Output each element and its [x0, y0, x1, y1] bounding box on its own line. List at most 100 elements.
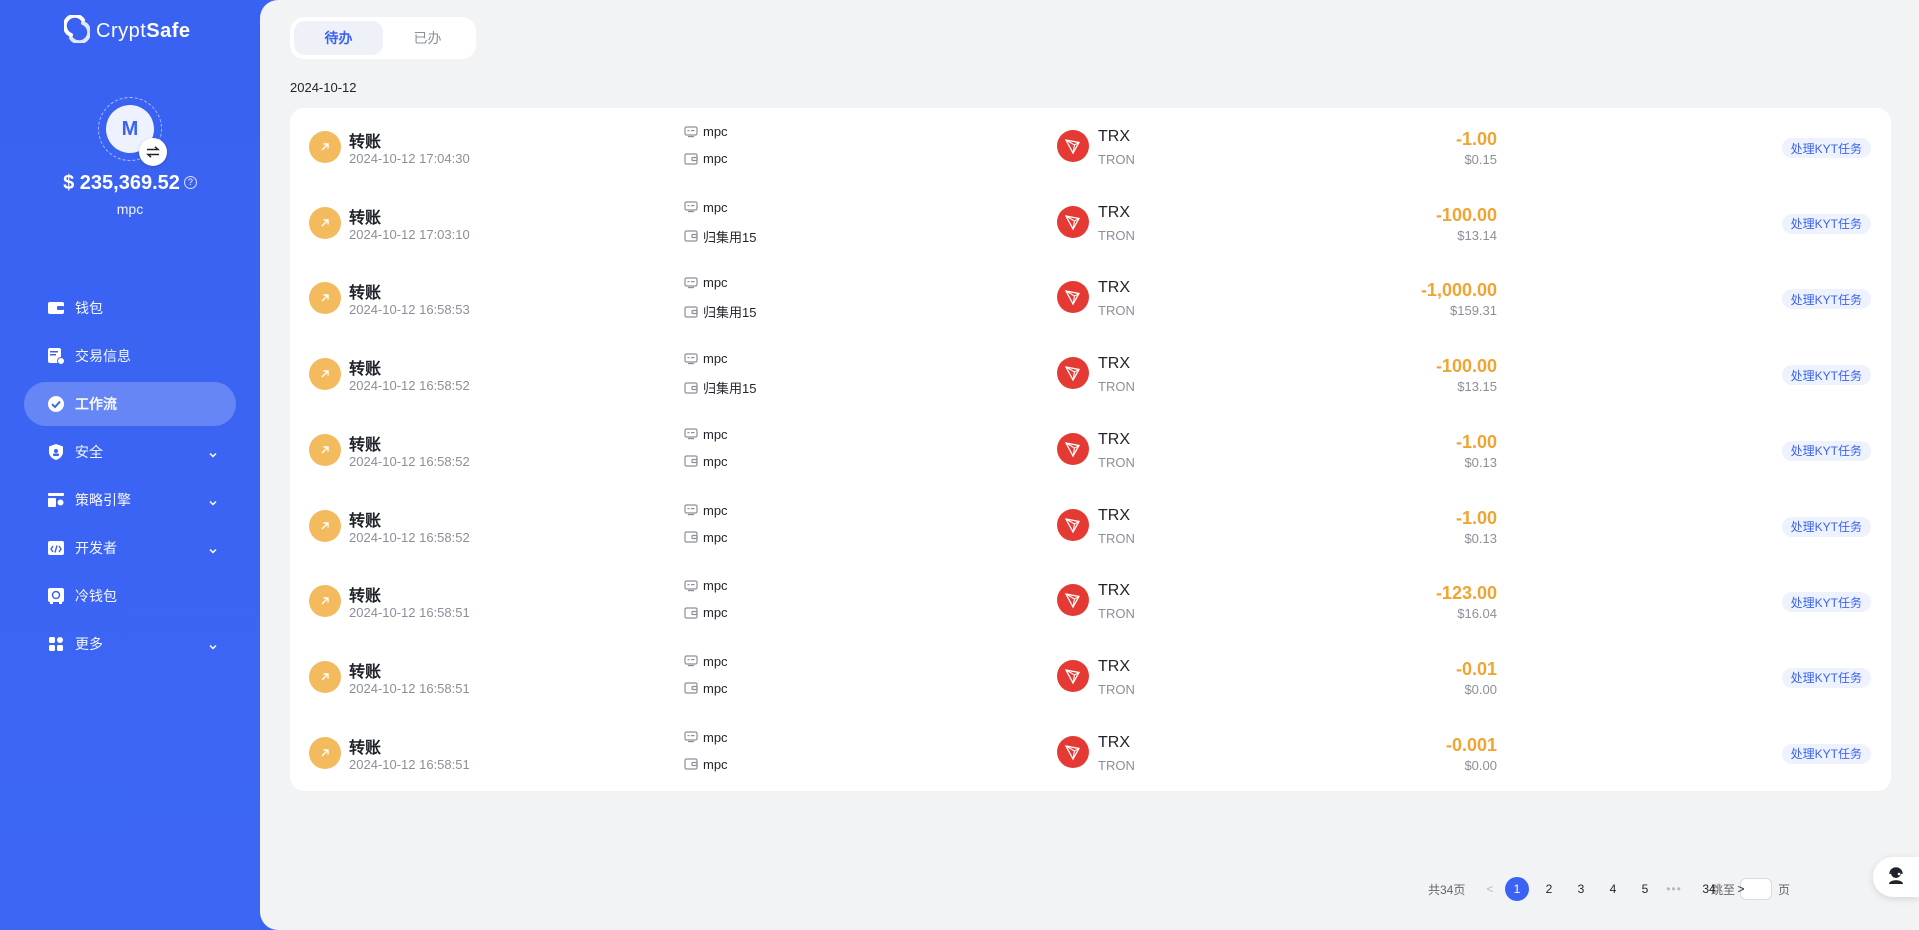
support-agent-icon	[1886, 865, 1906, 890]
task-list: 转账 2024-10-12 17:04:30 mpc mpc TRX TRON -1.00 $…	[290, 108, 1891, 791]
sidebar-item-4[interactable]: 策略引擎	[24, 478, 236, 522]
amount: -1.00	[1455, 507, 1497, 528]
target-wallet: mpc	[684, 530, 728, 545]
usd-value: $159.31	[1450, 303, 1497, 319]
account-icon	[684, 655, 698, 667]
sidebar-item-3[interactable]: 安全	[24, 430, 236, 474]
usd-value: $0.15	[1464, 152, 1497, 167]
list-item[interactable]: 转账 2024-10-12 17:04:30 mpc mpc TRX TRON -1.00 $…	[290, 109, 1891, 181]
list-item[interactable]: 转账 2024-10-12 16:58:52 mpc 归集用15 TRX TRON -100…	[290, 336, 1891, 408]
page-button-5[interactable]: 5	[1633, 877, 1657, 901]
sidebar-item-label: 安全	[75, 444, 103, 460]
source-account-name: mpc	[703, 578, 728, 594]
shield-icon	[47, 443, 65, 461]
list-item[interactable]: 转账 2024-10-12 17:03:10 mpc 归集用15 TRX TRON -100…	[290, 185, 1891, 257]
coin-symbol: TRX	[1098, 582, 1130, 600]
page-button-4[interactable]: 4	[1601, 877, 1625, 901]
source-account-name: mpc	[703, 199, 728, 215]
task-time: 2024-10-12 16:58:53	[349, 302, 470, 318]
prev-page-button[interactable]: <	[1480, 877, 1500, 901]
task-type: 转账	[349, 588, 382, 606]
sidebar-item-label: 冷钱包	[75, 588, 117, 604]
target-wallet: 归集用15	[684, 378, 756, 397]
process-kyt-button[interactable]: 处理KYT任务	[1781, 213, 1871, 234]
page-button-1[interactable]: 1	[1505, 877, 1529, 901]
transfer-out-icon	[309, 736, 341, 769]
chevron-down-icon	[208, 543, 218, 554]
task-time: 2024-10-12 16:58:52	[349, 529, 470, 545]
process-kyt-button[interactable]: 处理KYT任务	[1781, 138, 1871, 158]
sidebar-item-1[interactable]: 交易信息	[24, 334, 236, 378]
list-item[interactable]: 转账 2024-10-12 16:58:52 mpc mpc TRX TRON -1.00 $…	[290, 412, 1891, 484]
transaction-icon	[47, 347, 65, 365]
process-kyt-button[interactable]: 处理KYT任务	[1781, 440, 1871, 461]
process-kyt-button[interactable]: 处理KYT任务	[1781, 365, 1871, 386]
amount: -0.01	[1455, 658, 1497, 679]
list-item[interactable]: 转账 2024-10-12 16:58:53 mpc 归集用15 TRX TRON -1,0…	[290, 260, 1891, 332]
amount: -100.00	[1435, 204, 1497, 225]
amount: -123.00	[1435, 583, 1497, 604]
sidebar-item-5[interactable]: 开发者	[24, 526, 236, 570]
sidebar: CryptSafe M $ 235,369.52? mpc 钱包 交易信息 工作流安…	[0, 0, 260, 930]
task-type: 转账	[349, 436, 382, 454]
page-button-2[interactable]: 2	[1537, 877, 1561, 901]
sidebar-item-label: 交易信息	[75, 348, 131, 364]
page-total: 共34页	[1428, 882, 1466, 897]
switch-account-icon[interactable]	[139, 138, 167, 166]
list-item[interactable]: 转账 2024-10-12 16:58:51 mpc mpc TRX TRON -0.01 $…	[290, 639, 1891, 711]
next-page-button[interactable]: >	[1731, 877, 1751, 901]
sidebar-item-7[interactable]: 更多	[24, 622, 236, 666]
usd-value: $13.15	[1457, 379, 1497, 395]
process-kyt-button[interactable]: 处理KYT任务	[1781, 743, 1871, 764]
tron-icon	[1057, 130, 1089, 162]
account-icon	[684, 504, 698, 516]
amount: -0.001	[1445, 734, 1497, 755]
source-account: mpc	[684, 730, 728, 745]
tab-done[interactable]: 已办	[383, 21, 472, 55]
page-button-last[interactable]: 34	[1697, 877, 1721, 901]
target-wallet: mpc	[684, 757, 728, 772]
sidebar-item-label: 工作流	[75, 396, 117, 412]
page-button-3[interactable]: 3	[1569, 877, 1593, 901]
list-item[interactable]: 转账 2024-10-12 16:58:51 mpc mpc TRX TRON -0.001…	[290, 715, 1891, 787]
coin-chain: TRON	[1098, 454, 1135, 470]
transfer-out-icon	[309, 509, 341, 542]
target-wallet-name: 归集用15	[703, 381, 757, 397]
page-suffix: 页	[1778, 882, 1791, 897]
tron-icon	[1057, 735, 1089, 768]
sidebar-item-2[interactable]: 工作流	[24, 382, 236, 426]
wallet-icon	[684, 455, 698, 467]
sidebar-item-0[interactable]: 钱包	[24, 286, 236, 330]
process-kyt-button[interactable]: 处理KYT任务	[1781, 667, 1871, 688]
transfer-out-icon	[309, 358, 341, 391]
process-kyt-button[interactable]: 处理KYT任务	[1781, 516, 1871, 537]
process-kyt-button[interactable]: 处理KYT任务	[1781, 289, 1871, 310]
sidebar-item-6[interactable]: 冷钱包	[24, 574, 236, 618]
chevron-down-icon	[208, 639, 218, 650]
list-item[interactable]: 转账 2024-10-12 16:58:52 mpc mpc TRX TRON -1.00 $…	[290, 488, 1891, 560]
sidebar-item-label: 策略引擎	[75, 492, 131, 508]
wallet-icon	[684, 758, 698, 770]
list-item[interactable]: 转账 2024-10-12 16:58:51 mpc mpc TRX TRON -123.0…	[290, 563, 1891, 635]
target-wallet: 归集用15	[684, 302, 756, 321]
target-wallet: mpc	[684, 681, 728, 696]
coin-symbol: TRX	[1098, 657, 1130, 675]
page-ellipsis[interactable]: •••	[1664, 877, 1684, 901]
help-icon[interactable]: ?	[183, 176, 197, 189]
target-wallet-name: mpc	[703, 680, 728, 696]
source-account-name: mpc	[703, 502, 728, 518]
target-wallet-name: mpc	[703, 605, 728, 621]
source-account-name: mpc	[703, 653, 728, 669]
process-kyt-button[interactable]: 处理KYT任务	[1781, 592, 1871, 613]
usd-value: $0.00	[1464, 757, 1497, 773]
tab-todo[interactable]: 待办	[294, 21, 383, 55]
sidebar-nav: 钱包交易信息工作流安全策略引擎开发者冷钱包更多	[24, 286, 236, 670]
target-wallet: mpc	[684, 454, 728, 469]
wallet-icon	[684, 306, 698, 318]
customer-support-button[interactable]	[1873, 857, 1919, 897]
brand-logo[interactable]: CryptSafe	[62, 13, 191, 46]
account-icon	[684, 731, 698, 743]
chevron-down-icon	[208, 447, 218, 458]
target-wallet-name: 归集用15	[703, 229, 757, 245]
coin-symbol: TRX	[1098, 128, 1130, 145]
